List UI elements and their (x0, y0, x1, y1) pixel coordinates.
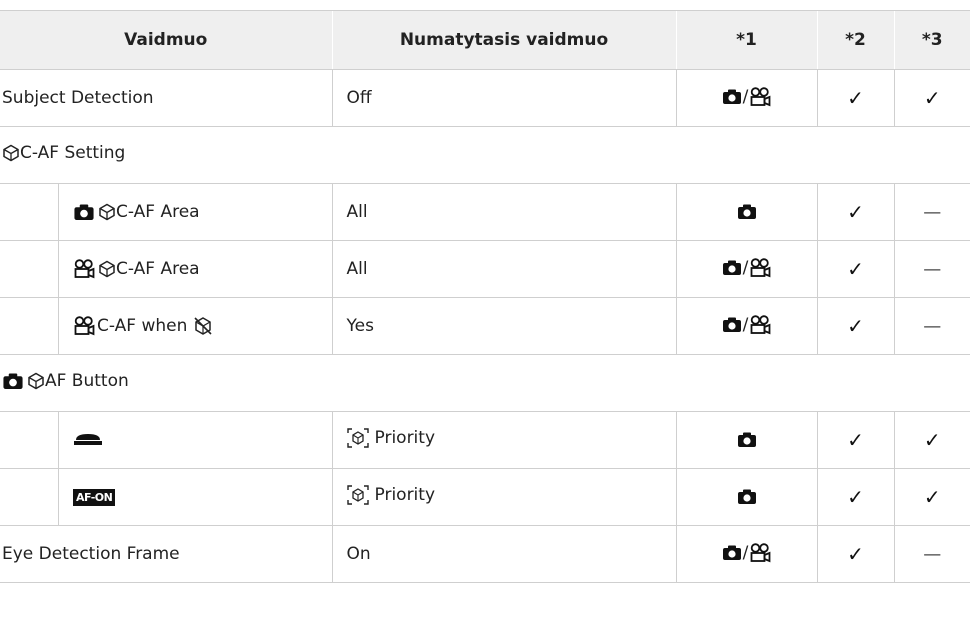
row-col2: ✓ (816, 411, 894, 469)
row-col3: — (893, 240, 970, 298)
af-on-button-icon: AF-ON (73, 488, 116, 506)
header-note-2: *2 (816, 10, 894, 70)
row-name: C-AF when (97, 316, 188, 336)
row-col3: — (893, 183, 970, 241)
movie-icon (74, 316, 95, 336)
camera-icon (722, 89, 741, 104)
camera-icon (3, 373, 23, 389)
movie-icon (750, 257, 771, 277)
row-col3: — (893, 525, 970, 583)
subject-detect-icon (28, 372, 44, 390)
header-role: Vaidmuo (0, 10, 332, 70)
row-mode (675, 468, 817, 526)
camera-icon (737, 489, 756, 504)
row-value: Priority (331, 411, 676, 469)
subject-detect-icon (99, 203, 115, 221)
table-row: Eye Detection Frame On / ✓ — (0, 525, 970, 583)
row-col2: ✓ (816, 297, 894, 355)
movie-icon (750, 542, 771, 562)
mode-separator: / (742, 314, 749, 335)
table-row: C-AF Area All ✓ — (0, 183, 970, 241)
subject-frame-icon (346, 484, 369, 505)
header-note-1: *1 (675, 10, 817, 70)
movie-icon (750, 314, 771, 334)
row-name: Subject Detection (0, 69, 332, 127)
camera-icon (74, 204, 94, 220)
row-name: C-AF Area (116, 259, 200, 279)
header-default-role: Numatytasis vaidmuo (331, 10, 676, 70)
row-col2: ✓ (816, 525, 894, 583)
row-value: Priority (331, 468, 676, 526)
row-mode: / (675, 297, 817, 355)
row-value: Off (331, 69, 676, 127)
mode-separator: / (742, 542, 749, 563)
group-row: C-AF Setting (0, 126, 970, 184)
row-col3: — (893, 297, 970, 355)
camera-icon (737, 204, 756, 219)
row-col3: ✓ (893, 468, 970, 526)
row-mode (675, 411, 817, 469)
row-value: All (331, 240, 676, 298)
row-value: All (331, 183, 676, 241)
group-label: AF Button (45, 371, 129, 392)
movie-icon (74, 259, 95, 279)
row-col2: ✓ (816, 468, 894, 526)
row-mode: / (675, 69, 817, 127)
group-row: AF Button (0, 354, 970, 412)
row-col2: ✓ (816, 183, 894, 241)
row-value: On (331, 525, 676, 583)
subject-frame-icon (346, 427, 369, 448)
table-row: Subject Detection Off / ✓ ✓ (0, 69, 970, 127)
camera-icon (722, 317, 741, 332)
subject-detect-off-icon (194, 317, 212, 335)
row-mode: / (675, 525, 817, 583)
header-note-3: *3 (893, 10, 970, 70)
group-label: C-AF Setting (20, 143, 126, 163)
camera-icon (722, 260, 741, 275)
table-row: Priority ✓ ✓ (0, 411, 970, 469)
row-value: Yes (331, 297, 676, 355)
row-name: Eye Detection Frame (0, 525, 332, 583)
table-row: C-AF when Yes / ✓ — (0, 297, 970, 355)
row-col3: ✓ (893, 69, 970, 127)
row-mode: / (675, 240, 817, 298)
camera-icon (722, 545, 741, 560)
shutter-button-icon (74, 434, 102, 445)
movie-icon (750, 86, 771, 106)
subject-detect-icon (3, 144, 19, 162)
mode-separator: / (742, 257, 749, 278)
row-col3: ✓ (893, 411, 970, 469)
table-row: AF-ON Priority ✓ ✓ (0, 468, 970, 526)
row-col2: ✓ (816, 240, 894, 298)
row-mode (675, 183, 817, 241)
settings-table: Vaidmuo Numatytasis vaidmuo *1 *2 *3 Sub… (0, 10, 970, 583)
table-header-row: Vaidmuo Numatytasis vaidmuo *1 *2 *3 (0, 10, 970, 70)
table-row: C-AF Area All / ✓ — (0, 240, 970, 298)
camera-icon (737, 432, 756, 447)
mode-separator: / (742, 86, 749, 107)
row-col2: ✓ (816, 69, 894, 127)
row-name: C-AF Area (116, 202, 200, 222)
subject-detect-icon (99, 260, 115, 278)
